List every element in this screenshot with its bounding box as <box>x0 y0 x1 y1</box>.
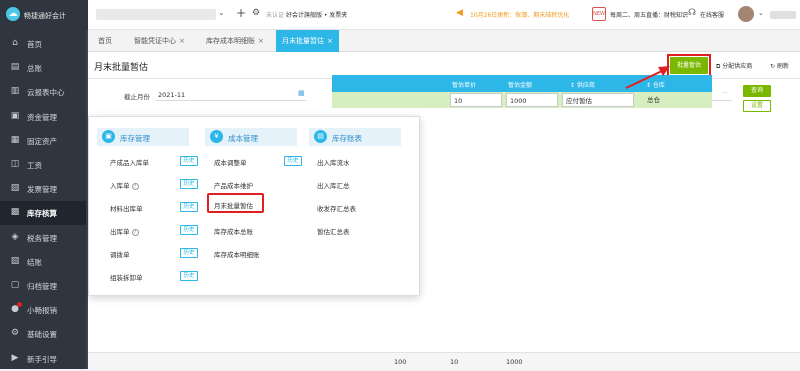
arrow-annotation <box>625 66 670 89</box>
arrow-line <box>625 69 665 89</box>
